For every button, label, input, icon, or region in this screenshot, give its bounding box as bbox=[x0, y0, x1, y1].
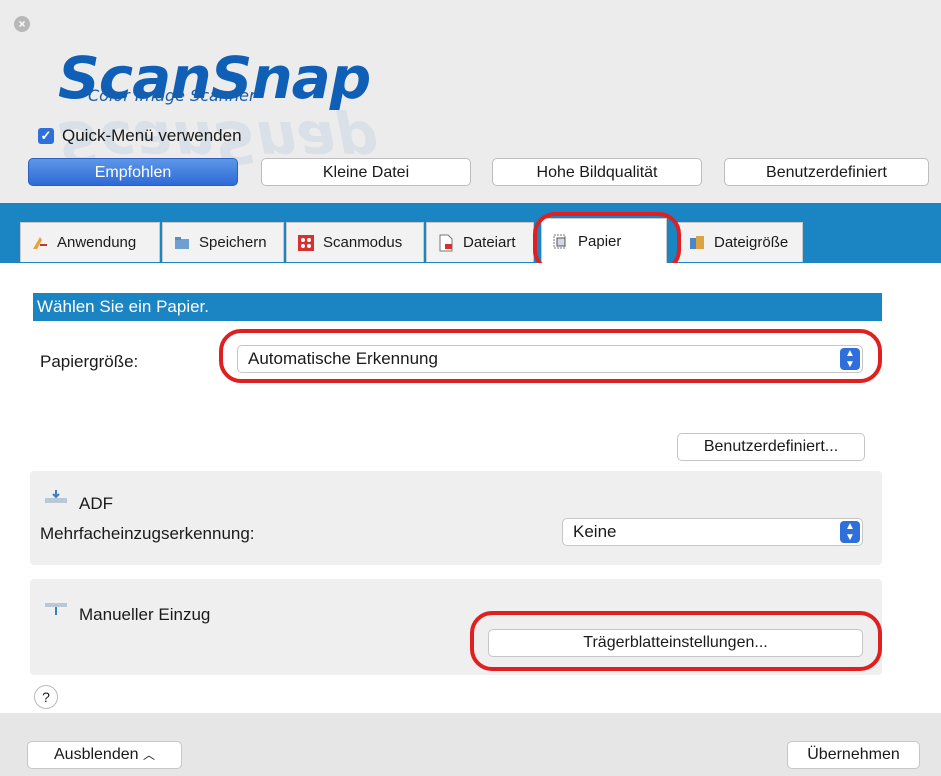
mode-button-recommended[interactable]: Empfohlen bbox=[28, 158, 238, 186]
section-header: Wählen Sie ein Papier. bbox=[33, 293, 882, 321]
highlight-carrier-button bbox=[470, 611, 882, 671]
chevron-updown-icon: ▲ ▼ bbox=[840, 521, 860, 543]
quick-menu-checkbox[interactable]: ✓ bbox=[38, 128, 54, 144]
tab-label: Dateigröße bbox=[714, 234, 789, 251]
scansnap-settings-window: × ScanSnap ScanSnap Color Image Scanner … bbox=[0, 0, 941, 776]
multifeed-value: Keine bbox=[573, 522, 617, 541]
hide-button[interactable]: Ausblenden ︿ bbox=[27, 741, 182, 769]
help-button[interactable]: ? bbox=[34, 685, 58, 709]
tab-scan-mode[interactable]: Scanmodus bbox=[286, 222, 424, 262]
file-type-icon bbox=[437, 234, 455, 252]
quick-menu-toggle[interactable]: ✓ Quick-Menü verwenden bbox=[38, 126, 242, 146]
tab-application[interactable]: Anwendung bbox=[20, 222, 160, 262]
quick-menu-label: Quick-Menü verwenden bbox=[62, 126, 242, 145]
adf-title: ADF bbox=[79, 494, 113, 513]
mode-button-small-file[interactable]: Kleine Datei bbox=[261, 158, 471, 186]
manual-feed-title: Manueller Einzug bbox=[79, 605, 211, 624]
application-icon bbox=[31, 234, 49, 252]
mode-button-custom[interactable]: Benutzerdefiniert bbox=[724, 158, 929, 186]
tab-label: Dateiart bbox=[463, 234, 516, 251]
tab-label: Scanmodus bbox=[323, 234, 403, 251]
mode-button-high-quality[interactable]: Hohe Bildqualität bbox=[492, 158, 702, 186]
chevron-up-icon: ︿ bbox=[142, 748, 155, 762]
close-icon[interactable]: × bbox=[14, 16, 30, 32]
multifeed-label: Mehrfacheinzugserkennung: bbox=[40, 524, 255, 543]
tab-file-type[interactable]: Dateiart bbox=[426, 222, 534, 262]
hide-button-label: Ausblenden bbox=[54, 746, 139, 763]
multifeed-select[interactable]: Keine ▲ ▼ bbox=[562, 518, 863, 546]
tab-label: Anwendung bbox=[57, 234, 137, 251]
adf-icon bbox=[45, 488, 67, 504]
manual-feed-icon bbox=[45, 601, 67, 617]
save-folder-icon bbox=[173, 234, 191, 252]
tab-save[interactable]: Speichern bbox=[162, 222, 284, 262]
logo-sub-text: Color Image Scanner bbox=[88, 86, 256, 105]
highlight-paper-size bbox=[219, 329, 882, 383]
scan-mode-icon bbox=[297, 234, 315, 252]
apply-button[interactable]: Übernehmen bbox=[787, 741, 920, 769]
tab-label: Speichern bbox=[199, 234, 267, 251]
tab-file-size[interactable]: Dateigröße bbox=[677, 222, 803, 262]
file-size-icon bbox=[688, 234, 706, 252]
custom-size-button[interactable]: Benutzerdefiniert... bbox=[677, 433, 865, 461]
paper-size-label: Papiergröße: bbox=[40, 352, 139, 371]
